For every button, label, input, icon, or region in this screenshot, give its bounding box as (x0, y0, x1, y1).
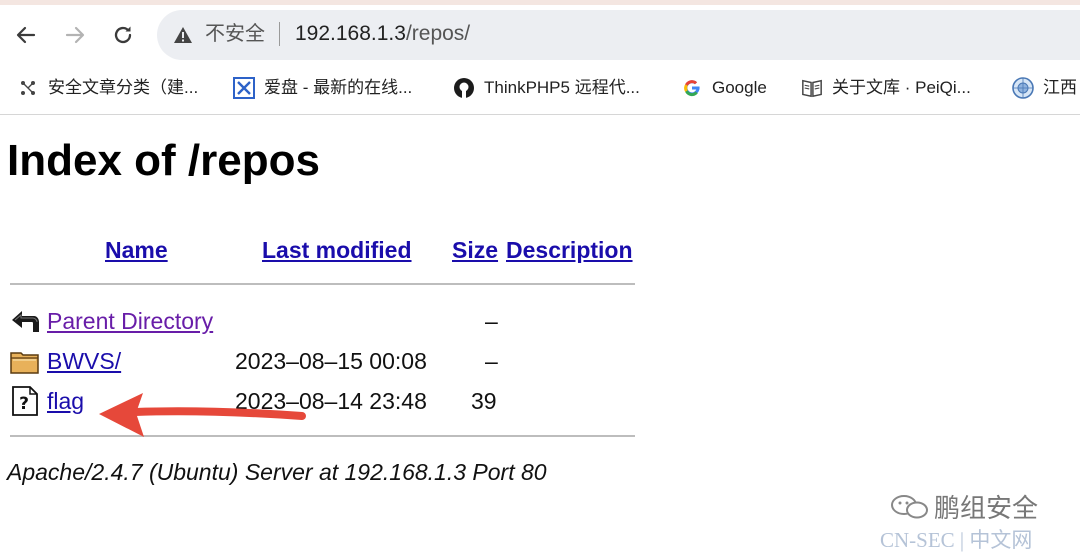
globe-icon (1012, 77, 1034, 99)
book-icon (801, 77, 823, 99)
forward-arrow-icon (65, 26, 85, 44)
bookmark-item[interactable]: Google (681, 76, 767, 100)
column-header-description-link[interactable]: Description (506, 235, 633, 265)
watermark-site: CN-SEC | 中文网 (880, 528, 1033, 552)
url-text[interactable]: 192.168.1.3/repos/ (295, 20, 470, 48)
column-header-size-link[interactable]: Size (452, 235, 498, 265)
bookmark-item[interactable]: 爱盘 - 最新的在线... (233, 76, 412, 100)
bookmark-item[interactable]: ThinkPHP5 远程代... (453, 76, 640, 100)
server-signature: Apache/2.4.7 (Ubuntu) Server at 192.168.… (7, 459, 547, 485)
folder-link[interactable]: BWVS/ (47, 346, 121, 376)
file-link[interactable]: flag (47, 386, 84, 416)
address-divider (279, 22, 280, 46)
parent-directory-link[interactable]: Parent Directory (47, 306, 213, 336)
watermark-account-text: 鹏组安全 (934, 493, 1039, 523)
reload-icon (114, 26, 132, 44)
url-host: 192.168.1.3 (295, 22, 406, 45)
back-arrow-icon (10, 306, 40, 336)
unknown-file-icon: ? (10, 386, 40, 416)
reload-button[interactable] (106, 18, 140, 52)
bookmark-label: ThinkPHP5 远程代... (484, 78, 640, 97)
column-header-name-link[interactable]: Name (105, 235, 168, 265)
warning-icon[interactable] (173, 25, 193, 45)
bookmark-label: Google (712, 78, 767, 97)
size-cell: – (485, 348, 498, 374)
page-title: Index of /repos (7, 136, 320, 185)
bookmark-label: 关于文库 · PeiQi... (832, 78, 971, 97)
modified-cell: 2023–08–15 00:08 (235, 348, 427, 374)
github-icon (453, 77, 475, 99)
security-status-label[interactable]: 不安全 (205, 20, 265, 48)
wechat-icon (891, 495, 928, 519)
bookmark-label: 爱盘 - 最新的在线... (264, 78, 413, 97)
forward-button[interactable] (58, 18, 92, 52)
svg-text:?: ? (19, 394, 29, 414)
bookmark-label: 江西 (1043, 78, 1077, 97)
url-path: /repos/ (405, 22, 471, 45)
google-icon (681, 77, 703, 99)
aipan-icon (233, 77, 255, 99)
back-button[interactable] (9, 18, 43, 52)
bookmark-item[interactable]: 关于文库 · PeiQi... (801, 76, 971, 100)
folder-icon (10, 346, 40, 376)
column-header-last-modified-link[interactable]: Last modified (262, 235, 412, 265)
network-icon (17, 77, 39, 99)
size-cell: 39 (471, 388, 497, 414)
bookmark-label: 安全文章分类（建... (48, 78, 199, 97)
watermark-account: 鹏组安全 (890, 492, 1038, 524)
size-cell: – (485, 308, 498, 334)
table-divider-top (10, 283, 635, 285)
back-arrow-nav-icon (16, 26, 36, 44)
bookmark-item[interactable]: 江西 (1012, 76, 1077, 100)
annotation-arrow-icon (99, 393, 306, 437)
bookmark-item[interactable]: 安全文章分类（建... (17, 76, 198, 100)
